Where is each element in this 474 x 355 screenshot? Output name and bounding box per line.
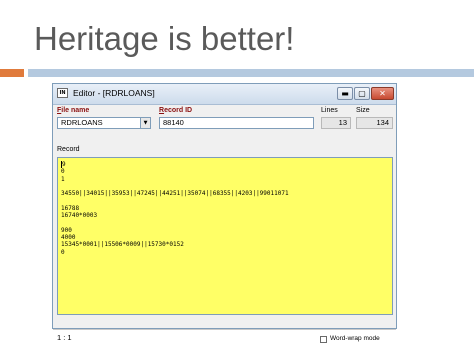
record-line: 16788 (61, 204, 80, 212)
word-wrap-label[interactable]: Word-wrap mode (330, 335, 380, 342)
file-name-dropdown[interactable]: RDRLOANS ▼ (57, 117, 151, 129)
size-label: Size (356, 107, 370, 114)
record-line: 0 (61, 168, 65, 176)
size-value: 134 (356, 117, 393, 129)
record-label: Record (57, 146, 80, 153)
file-name-value: RDRLOANS (61, 118, 103, 127)
record-line: 34550||34015||35953||47245||44251||35074… (61, 190, 289, 198)
record-textarea[interactable]: 9 0 1 34550||34015||35953||47245||44251|… (57, 157, 393, 315)
cursor-position: 1 : 1 (57, 333, 72, 342)
record-line: 16740*0003 (61, 212, 98, 220)
accent-bar-blue (28, 69, 474, 77)
lines-label: Lines (321, 107, 338, 114)
record-id-label: Record ID (159, 107, 193, 114)
lines-value: 13 (321, 117, 351, 129)
record-line (61, 219, 392, 226)
editor-window: IN Editor - [RDRLOANS] ▬ ▢ ✕ File name R… (52, 83, 397, 343)
record-line (61, 197, 392, 204)
app-icon: IN (57, 88, 68, 98)
accent-bar-orange (0, 69, 24, 77)
record-line: 4000 (61, 233, 76, 241)
dropdown-arrow-icon[interactable]: ▼ (140, 118, 150, 128)
word-wrap-checkbox[interactable] (320, 336, 327, 343)
record-line (61, 183, 392, 190)
slide-title: Heritage is better! (34, 20, 295, 57)
status-divider (53, 329, 396, 330)
record-line: 15345*0001||15506*0009||15730*0152 (61, 241, 184, 249)
record-id-input[interactable]: 88140 (159, 117, 314, 129)
record-line: 900 (61, 226, 72, 234)
file-name-label: File name (57, 107, 90, 114)
record-line: 9 (61, 161, 392, 169)
close-button[interactable]: ✕ (371, 87, 394, 100)
window-title: Editor - [RDRLOANS] (73, 88, 155, 98)
record-line: 0 (61, 248, 65, 256)
record-line: 1 (61, 175, 65, 183)
editor-content: File name RDRLOANS ▼ Record ID 88140 Lin… (53, 105, 396, 343)
minimize-button[interactable]: ▬ (337, 87, 353, 100)
window-titlebar[interactable]: IN Editor - [RDRLOANS] ▬ ▢ ✕ (53, 84, 396, 105)
maximize-button[interactable]: ▢ (354, 87, 370, 100)
